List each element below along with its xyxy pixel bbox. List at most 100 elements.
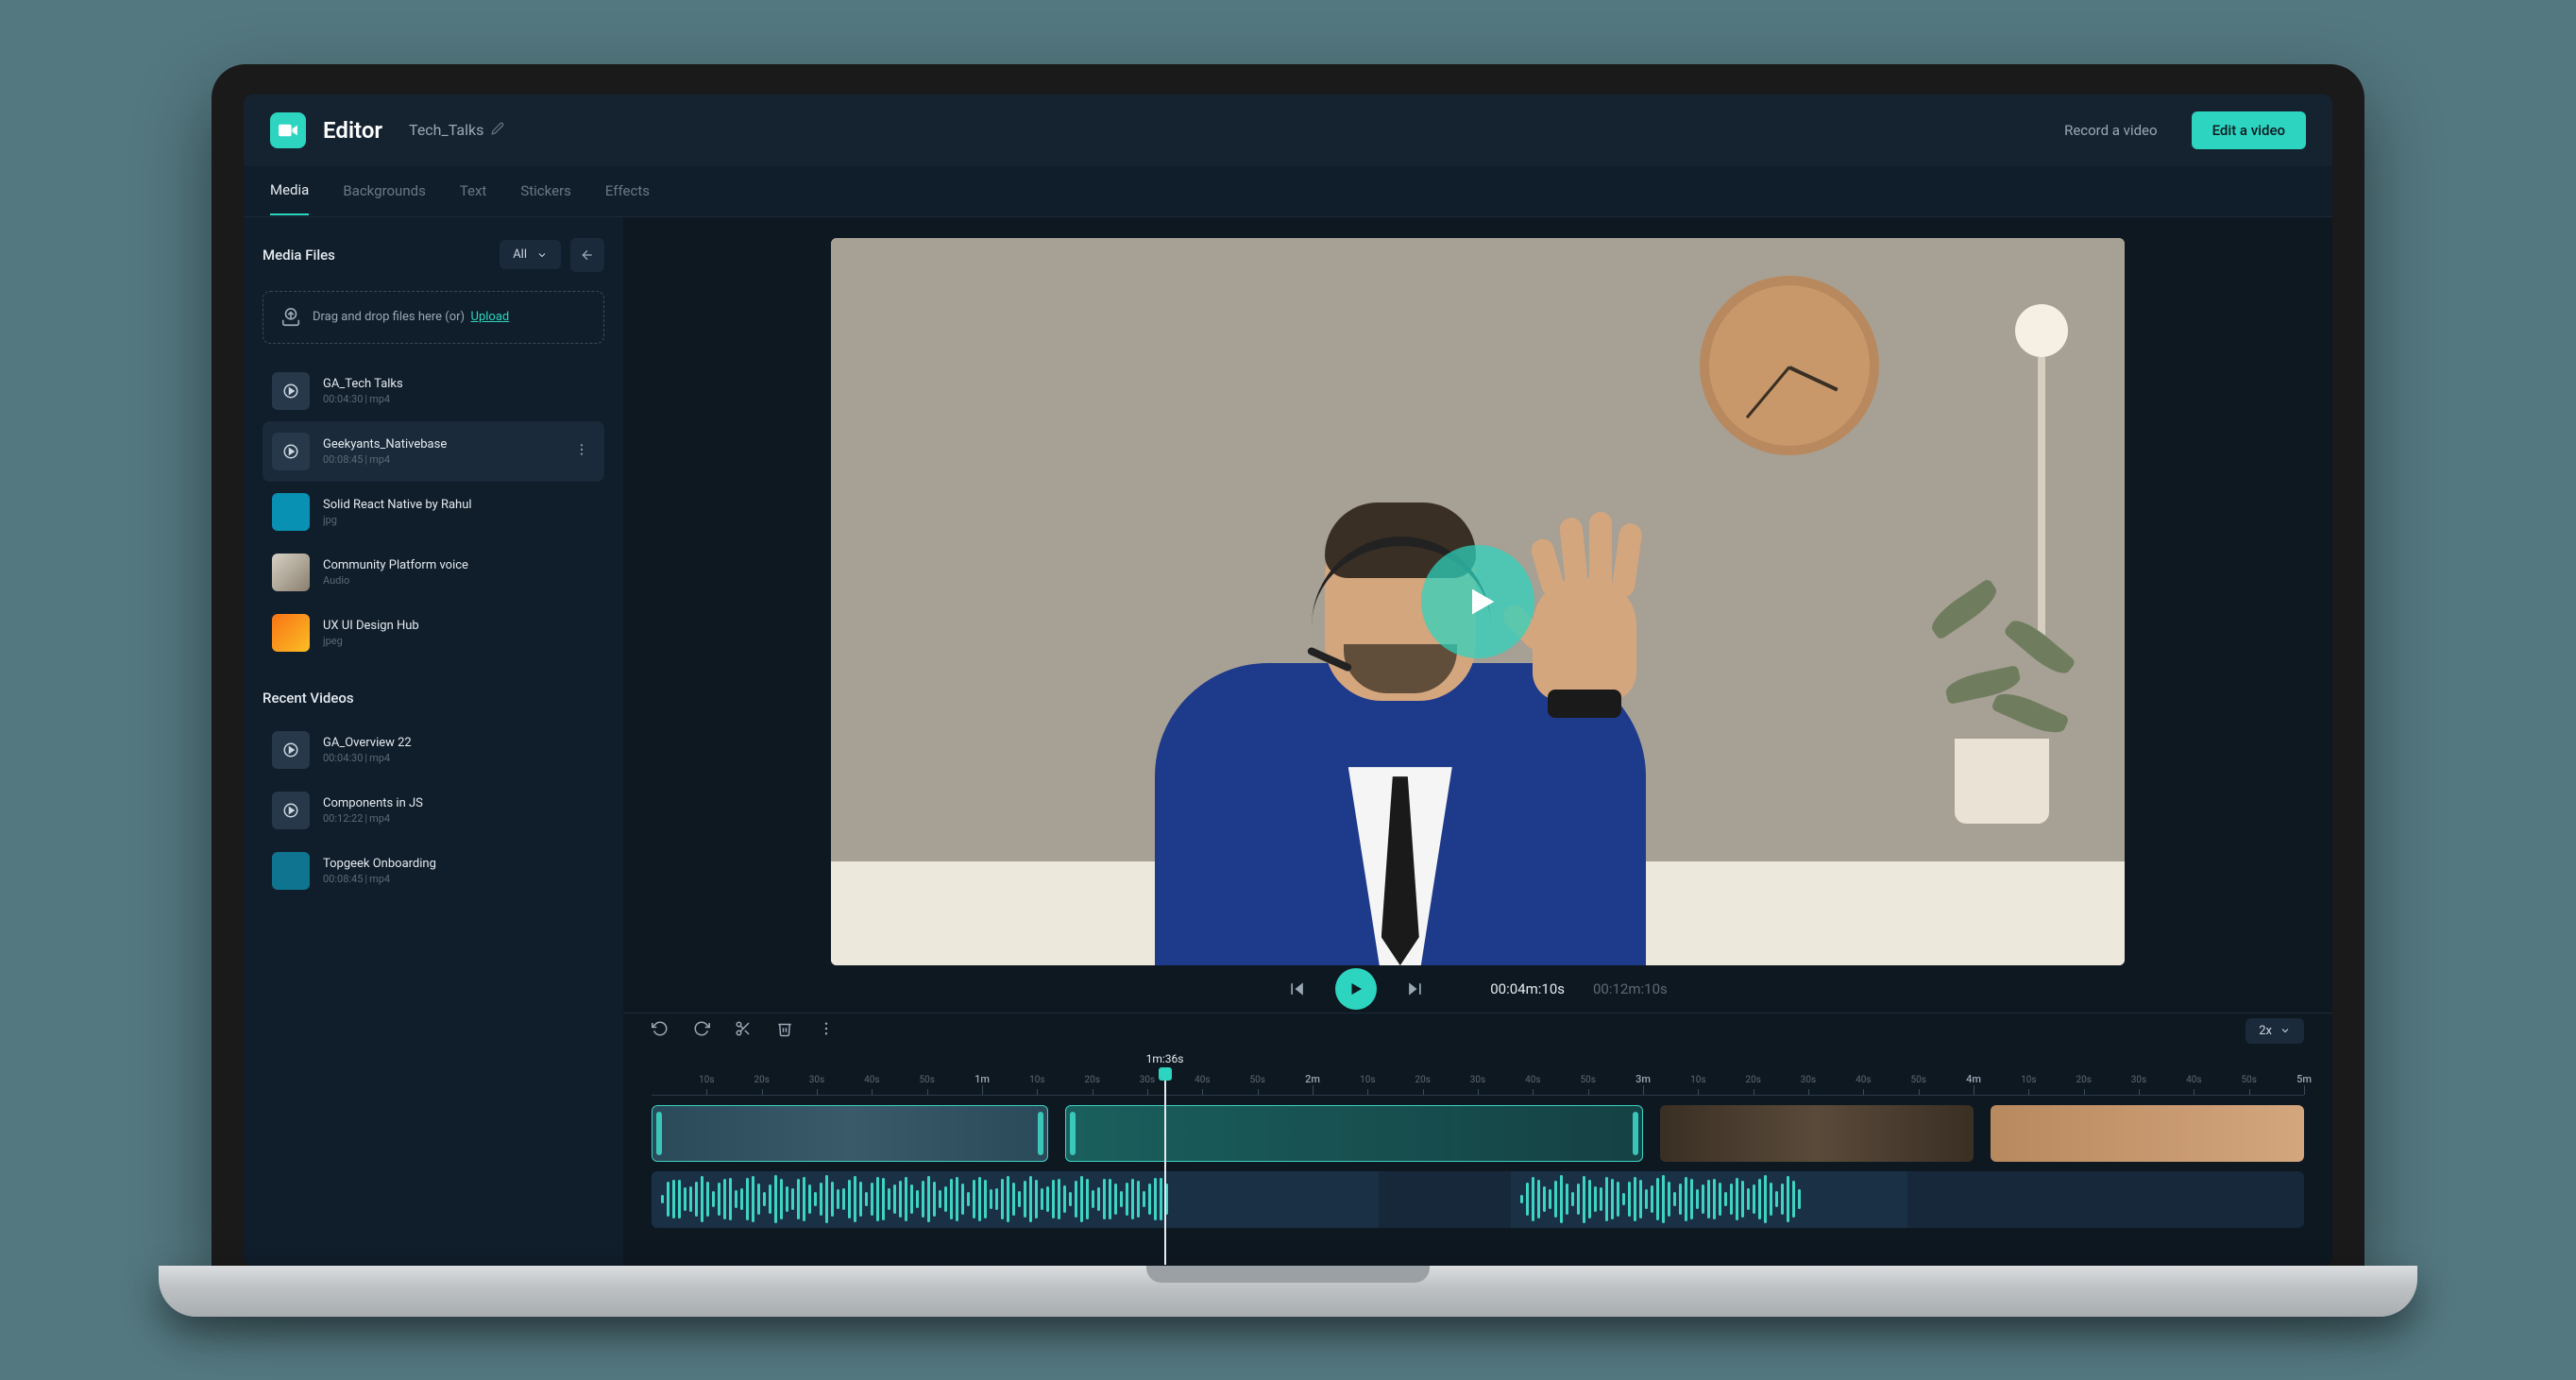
tab-text[interactable]: Text: [460, 167, 487, 214]
playhead-time: 1m:36s: [1146, 1052, 1184, 1065]
tab-stickers[interactable]: Stickers: [520, 167, 571, 214]
media-name: Geekyants_Nativebase: [323, 437, 555, 451]
chevron-down-icon: [2279, 1025, 2291, 1036]
item-menu-button[interactable]: [568, 442, 595, 461]
media-meta: 00:12:22|mp4: [323, 812, 595, 825]
timeline-toolbar: 2x: [623, 1013, 2332, 1048]
dropzone-text: Drag and drop files here (or) Upload: [313, 310, 509, 324]
play-button[interactable]: [1335, 968, 1377, 1010]
player-controls: 00:04m:10s 00:12m:10s: [623, 965, 2332, 1013]
project-name-text: Tech_Talks: [409, 121, 483, 139]
media-thumb: [272, 493, 310, 531]
media-meta: 00:04:30|mp4: [323, 393, 595, 405]
media-meta: 00:08:45|mp4: [323, 453, 555, 466]
audio-track[interactable]: [652, 1171, 2304, 1228]
current-time: 00:04m:10s: [1490, 980, 1565, 997]
total-time: 00:12m:10s: [1593, 980, 1668, 997]
trash-icon: [776, 1020, 793, 1037]
delete-button[interactable]: [776, 1020, 793, 1041]
filter-value: All: [513, 247, 527, 262]
plant-graphic: [1917, 578, 2087, 824]
undo-icon: [652, 1020, 669, 1037]
media-name: Components in JS: [323, 796, 595, 810]
lamp-graphic: [2015, 304, 2068, 357]
back-button[interactable]: [570, 238, 604, 272]
media-item[interactable]: Community Platform voiceAudio: [263, 542, 604, 603]
pencil-icon[interactable]: [491, 121, 504, 139]
media-name: Solid React Native by Rahul: [323, 498, 595, 512]
project-name[interactable]: Tech_Talks: [409, 121, 504, 139]
playhead[interactable]: 1m:36s: [1164, 1071, 1166, 1265]
media-thumb: [272, 731, 310, 769]
redo-icon: [693, 1020, 710, 1037]
timeline-ruler[interactable]: 1m:36s 10s20s30s40s50s10s20s30s40s50s1m1…: [652, 1071, 2304, 1096]
redo-button[interactable]: [693, 1020, 710, 1041]
speed-select[interactable]: 2x: [2246, 1018, 2304, 1044]
play-overlay-button[interactable]: [1421, 545, 1534, 658]
media-thumb: [272, 614, 310, 652]
video-preview[interactable]: [831, 238, 2125, 966]
edit-video-button[interactable]: Edit a video: [2192, 111, 2306, 149]
media-name: Topgeek Onboarding: [323, 857, 595, 871]
media-item[interactable]: Solid React Native by Rahul jpg: [263, 482, 604, 542]
editor-tabs: Media Backgrounds Text Stickers Effects: [244, 166, 2332, 217]
wall-clock-graphic: [1700, 276, 1879, 455]
topbar: Editor Tech_Talks Record a video Edit a …: [244, 94, 2332, 166]
media-name: GA_Overview 22: [323, 736, 595, 750]
media-name: Community Platform voice: [323, 558, 595, 572]
video-track[interactable]: [652, 1105, 2304, 1162]
play-icon: [1463, 583, 1500, 621]
media-name: UX UI Design Hub: [323, 619, 595, 633]
sidebar: Media Files All Drag and drop files here…: [244, 217, 623, 1266]
media-item[interactable]: UX UI Design Hub jpeg: [263, 603, 604, 663]
filter-select[interactable]: All: [500, 240, 561, 269]
scissors-icon: [735, 1020, 752, 1037]
media-item[interactable]: Geekyants_Nativebase 00:08:45|mp4: [263, 421, 604, 482]
app-title: Editor: [323, 117, 382, 144]
timeline[interactable]: 1m:36s 10s20s30s40s50s10s20s30s40s50s1m1…: [623, 1048, 2332, 1266]
media-thumb: [272, 554, 310, 591]
tab-media[interactable]: Media: [270, 166, 309, 215]
tab-effects[interactable]: Effects: [605, 167, 650, 214]
media-meta: jpg: [323, 514, 595, 526]
more-vertical-icon: [818, 1020, 835, 1037]
media-item[interactable]: GA_Tech Talks 00:04:30|mp4: [263, 361, 604, 421]
video-clip[interactable]: [1660, 1105, 1974, 1162]
audio-clip[interactable]: [652, 1171, 1379, 1228]
upload-dropzone[interactable]: Drag and drop files here (or) Upload: [263, 291, 604, 344]
play-icon: [1347, 980, 1364, 997]
recent-videos-title: Recent Videos: [263, 690, 604, 707]
media-thumb: [272, 372, 310, 410]
arrow-left-icon: [580, 247, 595, 263]
upload-icon: [280, 307, 301, 328]
prev-button[interactable]: [1288, 980, 1307, 998]
media-meta: jpeg: [323, 635, 595, 647]
video-clip[interactable]: [1065, 1105, 1644, 1162]
cut-button[interactable]: [735, 1020, 752, 1041]
media-meta: 00:08:45|mp4: [323, 873, 595, 885]
media-item[interactable]: Components in JS 00:12:22|mp4: [263, 780, 604, 841]
app-logo: [270, 112, 306, 148]
chevron-down-icon: [536, 249, 548, 261]
record-video-button[interactable]: Record a video: [2047, 112, 2175, 148]
media-name: GA_Tech Talks: [323, 377, 595, 391]
audio-clip[interactable]: [1511, 1171, 1907, 1228]
tab-backgrounds[interactable]: Backgrounds: [343, 167, 425, 214]
media-item[interactable]: GA_Overview 22 00:04:30|mp4: [263, 720, 604, 780]
video-clip[interactable]: [1991, 1105, 2305, 1162]
media-meta: 00:04:30|mp4: [323, 752, 595, 764]
media-thumb: [272, 792, 310, 829]
skip-back-icon: [1288, 980, 1307, 998]
media-files-title: Media Files: [263, 247, 490, 264]
undo-button[interactable]: [652, 1020, 669, 1041]
speed-value: 2x: [2259, 1024, 2272, 1038]
upload-link[interactable]: Upload: [471, 310, 510, 324]
video-clip[interactable]: [652, 1105, 1048, 1162]
main-panel: 00:04m:10s 00:12m:10s 2x: [623, 217, 2332, 1266]
presenter-graphic: [1098, 399, 1703, 965]
media-thumb: [272, 433, 310, 470]
media-thumb: [272, 852, 310, 890]
next-button[interactable]: [1405, 980, 1424, 998]
more-button[interactable]: [818, 1020, 835, 1041]
media-item[interactable]: Topgeek Onboarding 00:08:45|mp4: [263, 841, 604, 901]
